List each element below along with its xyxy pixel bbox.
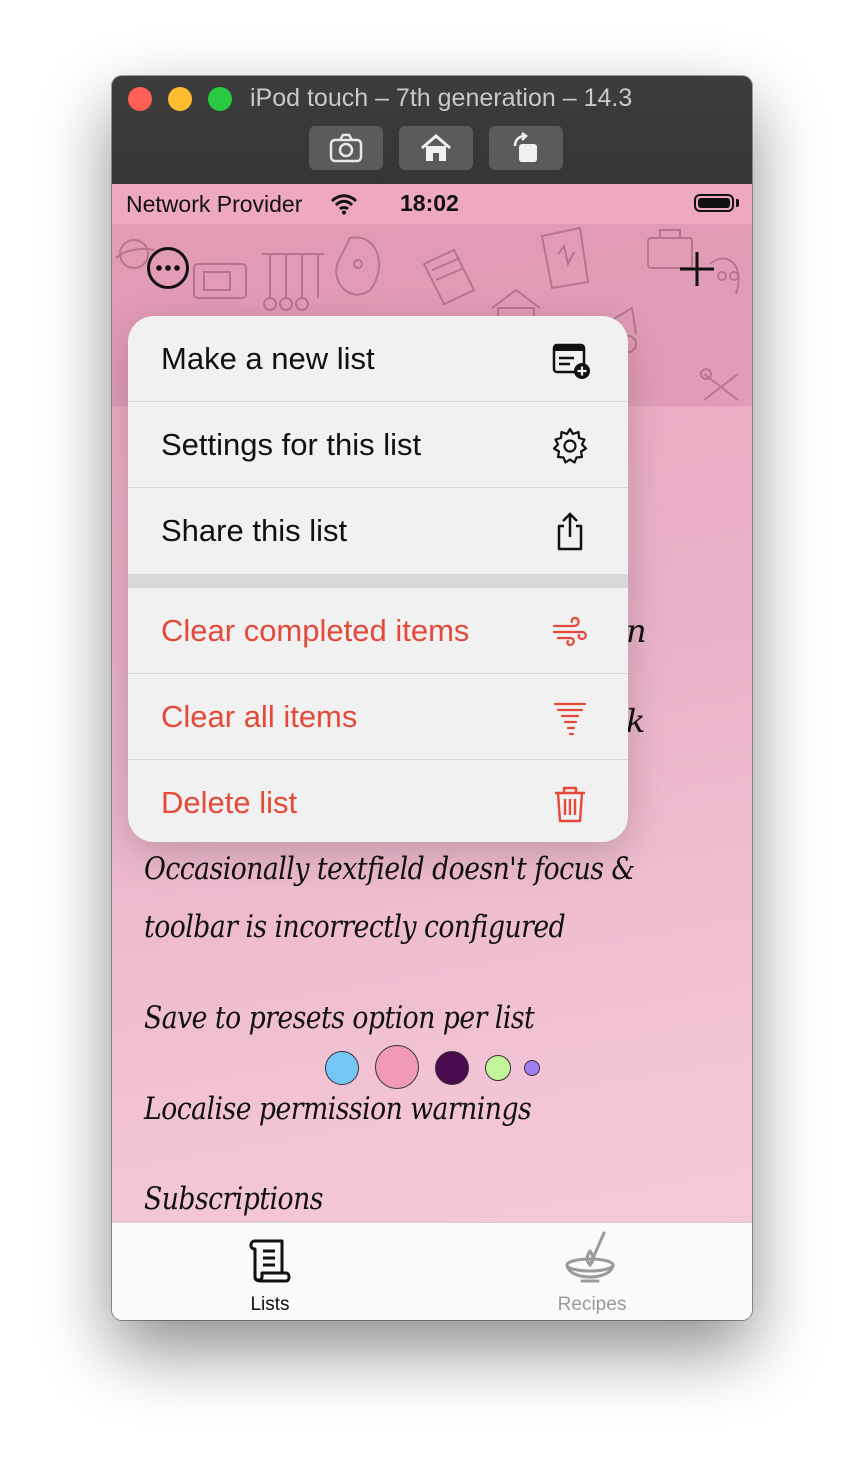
rotate-icon [513,132,537,162]
trash-icon [555,786,585,823]
tab-bar: Lists Recipes [112,1222,752,1320]
menu-separator [128,574,628,588]
menu-item-label: Clear completed items [161,612,470,648]
ellipsis-circle-icon[interactable] [146,246,190,290]
color-swatch-purple[interactable] [435,1051,469,1085]
scroll-icon [249,1239,291,1283]
color-swatch-violet[interactable] [524,1060,540,1076]
simulator-titlebar: iPod touch – 7th generation – 14.3 [112,76,752,184]
new-list-icon [552,343,590,379]
wifi-icon [330,194,358,215]
color-swatch-green[interactable] [485,1055,511,1081]
gear-icon [552,427,588,464]
mixing-bowl-icon [565,1231,615,1283]
menu-item-share[interactable]: Share this list [128,488,628,574]
share-icon [557,512,583,551]
menu-item-clear-all[interactable]: Clear all items [128,674,628,760]
menu-item-label: Settings for this list [161,426,422,462]
window-title: iPod touch – 7th generation – 14.3 [250,84,633,112]
menu-item-label: Share this list [161,513,348,548]
list-item-peek: k [626,702,646,740]
tab-label: Lists [250,1294,290,1315]
color-swatch-blue[interactable] [325,1051,359,1085]
rotate-button[interactable] [489,126,563,170]
camera-icon [329,133,363,163]
zoom-window-button[interactable] [208,87,232,111]
battery-tip [736,199,739,207]
plus-icon[interactable] [678,250,716,288]
screenshot-button[interactable] [309,126,383,170]
tab-lists[interactable]: Lists [170,1223,370,1320]
list-item-peek: n [626,612,647,650]
close-window-button[interactable] [128,87,152,111]
menu-item-settings[interactable]: Settings for this list [128,402,628,488]
status-time: 18:02 [400,190,459,216]
list-item[interactable]: Occasionally textfield doesn't focus & [144,851,635,887]
tab-recipes[interactable]: Recipes [492,1223,692,1320]
tornado-icon [553,702,587,736]
menu-item-delete-list[interactable]: Delete list [128,760,628,842]
list-item[interactable]: Subscriptions [144,1181,323,1217]
list-item[interactable]: toolbar is incorrectly configured [144,909,566,945]
list-item[interactable]: Save to presets option per list [144,1000,535,1036]
menu-item-label: Delete list [161,785,298,820]
tab-label: Recipes [557,1294,627,1315]
minimize-window-button[interactable] [168,87,192,111]
menu-item-label: Clear all items [161,698,358,734]
device-screen: Network Provider 18:02 n k Occasionally … [112,184,752,1320]
battery-icon [694,194,734,212]
context-menu: Make a new list Settings for this list S… [128,316,628,842]
menu-item-new-list[interactable]: Make a new list [128,316,628,402]
simulator-window: iPod touch – 7th generation – 14.3 Netwo… [112,76,752,1320]
list-item[interactable]: Localise permission warnings [144,1091,532,1127]
home-button[interactable] [399,126,473,170]
status-bar: Network Provider 18:02 [112,184,752,224]
carrier-label: Network Provider [126,191,303,217]
color-swatch-pink[interactable] [375,1045,419,1089]
wind-icon [552,616,587,647]
menu-item-clear-completed[interactable]: Clear completed items [128,588,628,674]
home-icon [421,134,451,161]
menu-item-label: Make a new list [161,340,375,376]
